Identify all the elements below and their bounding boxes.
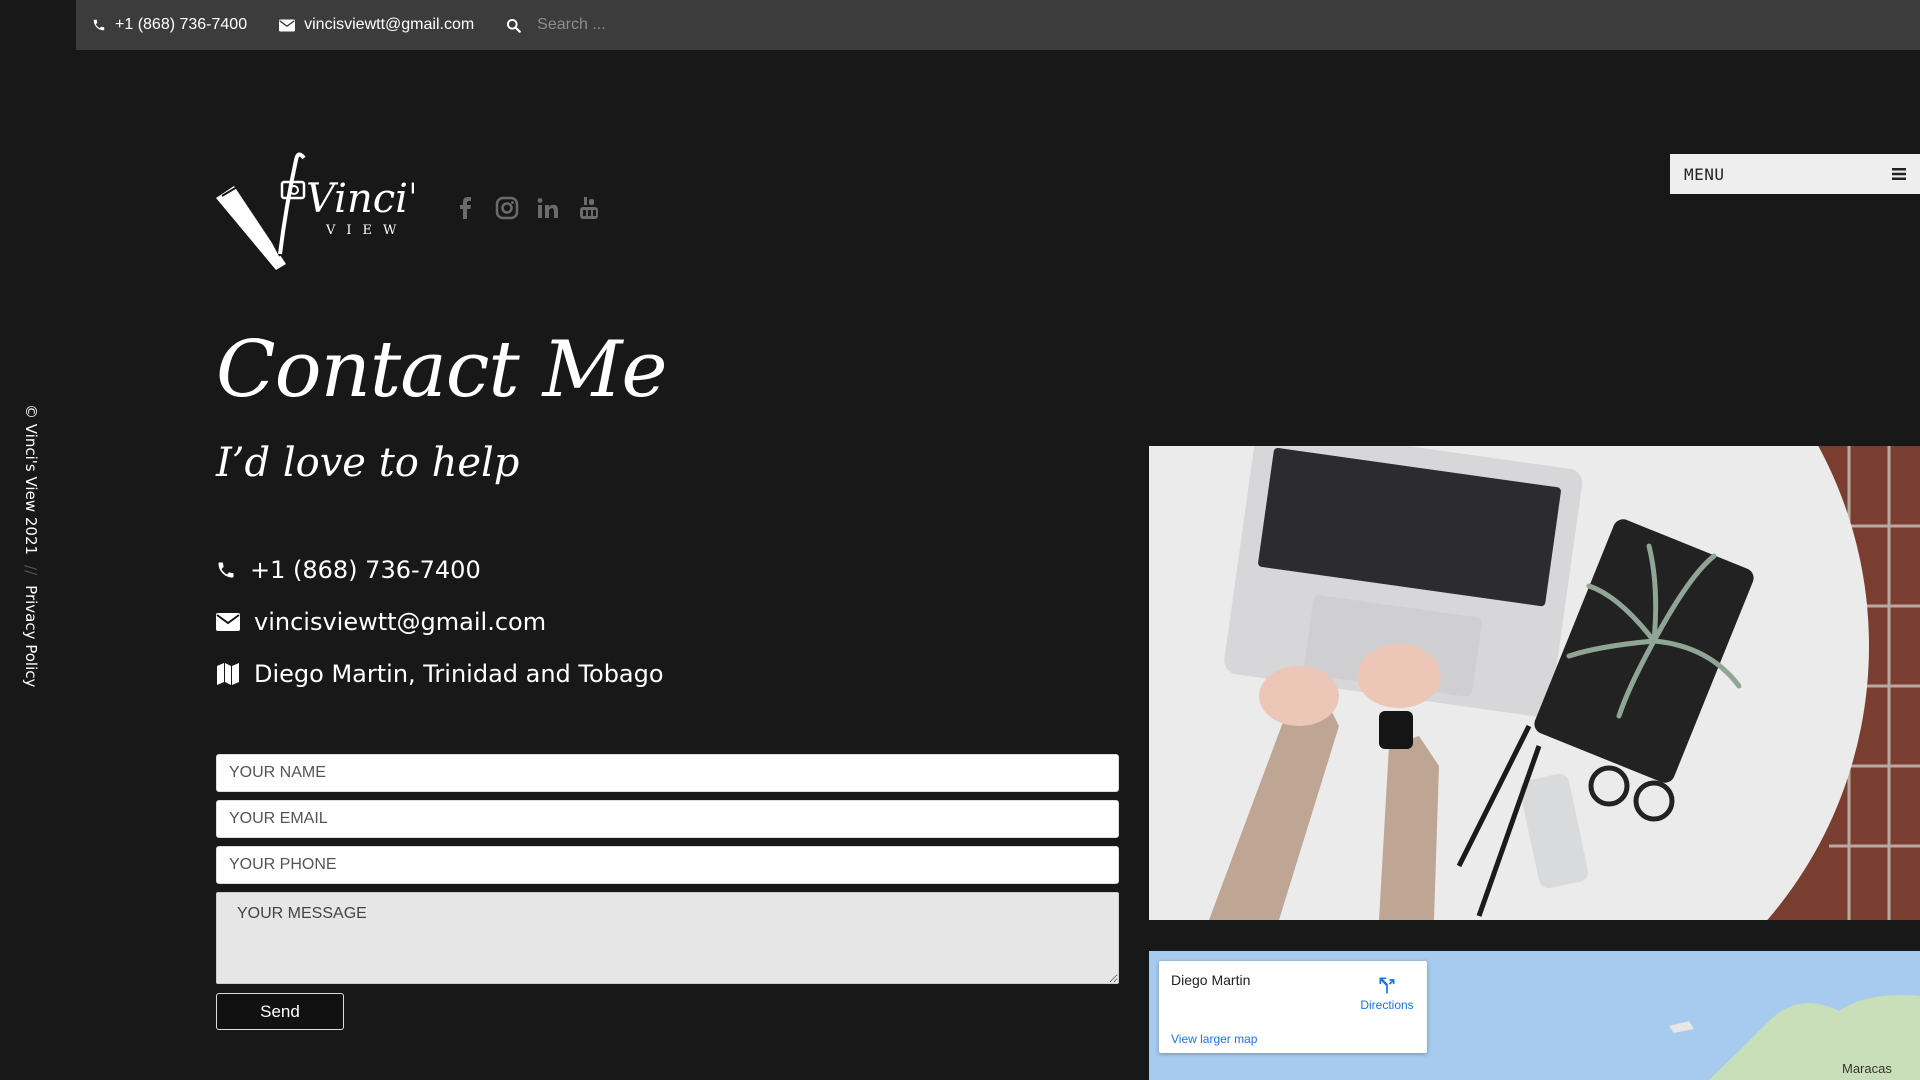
search-icon[interactable] [506,18,522,33]
sidebar-separator: // [22,565,40,576]
view-larger-map-link[interactable]: View larger map [1171,1032,1257,1046]
phone-field[interactable] [216,846,1119,884]
map-place-label: Maracas [1842,1061,1892,1076]
email-field[interactable] [216,800,1119,838]
location-map[interactable]: Diego Martin Directions View larger map [1149,951,1920,1080]
workspace-photo [1149,446,1920,920]
directions-button[interactable]: Directions [1357,975,1417,1012]
contact-email-text: vincisviewtt@gmail.com [254,608,547,636]
contact-phone-text: +1 (868) 736-7400 [250,556,481,584]
logo-subtitle: VIEW [325,223,407,238]
topbar-phone-text: +1 (868) 736-7400 [115,16,248,33]
name-field[interactable] [216,754,1119,792]
map-icon [217,663,239,685]
contact-phone[interactable]: +1 (868) 736-7400 [216,556,481,584]
directions-label: Directions [1360,998,1414,1012]
map-info-card: Diego Martin Directions View larger map [1159,961,1427,1053]
search-input[interactable] [535,15,780,35]
menu-button[interactable]: MENU [1670,154,1920,194]
top-bar: +1 (868) 736-7400 vincisviewtt@gmail.com [76,0,1920,50]
contact-email[interactable]: vincisviewtt@gmail.com [216,608,546,636]
topbar-email-text: vincisviewtt@gmail.com [304,16,475,33]
directions-icon [1379,977,1395,994]
privacy-policy-link[interactable]: Privacy Policy [22,585,40,687]
copyright-text: © Vinci's View 2021 [22,404,40,556]
logo[interactable]: Vinci's VIEW [214,146,439,271]
linkedin-icon[interactable] [536,196,560,220]
topbar-email[interactable]: vincisviewtt@gmail.com [279,16,474,34]
contact-location: Diego Martin, Trinidad and Tobago [216,660,664,688]
map-place-name: Diego Martin [1171,972,1251,988]
topbar-search [506,15,780,35]
envelope-icon [216,613,240,631]
social-links [454,196,601,220]
facebook-icon[interactable] [454,196,478,220]
phone-icon [93,19,105,31]
menu-label: MENU [1684,164,1725,184]
send-button[interactable]: Send [216,993,344,1030]
sidebar-text: © Vinci's View 2021 // Privacy Policy [22,404,40,687]
page-title: Contact Me [216,325,668,415]
message-field[interactable] [216,892,1119,984]
phone-icon [218,562,234,578]
instagram-icon[interactable] [495,196,519,220]
logo-image: Vinci's VIEW [216,152,439,270]
logo-wordmark: Vinci's [306,176,414,222]
envelope-icon [279,19,296,31]
page-subtitle: I’d love to help [216,440,520,486]
youtube-icon[interactable] [577,196,601,220]
topbar-phone[interactable]: +1 (868) 736-7400 [92,16,247,34]
hamburger-icon [1892,168,1906,180]
left-sidebar: © Vinci's View 2021 // Privacy Policy [0,0,76,1080]
contact-location-text: Diego Martin, Trinidad and Tobago [254,660,664,688]
